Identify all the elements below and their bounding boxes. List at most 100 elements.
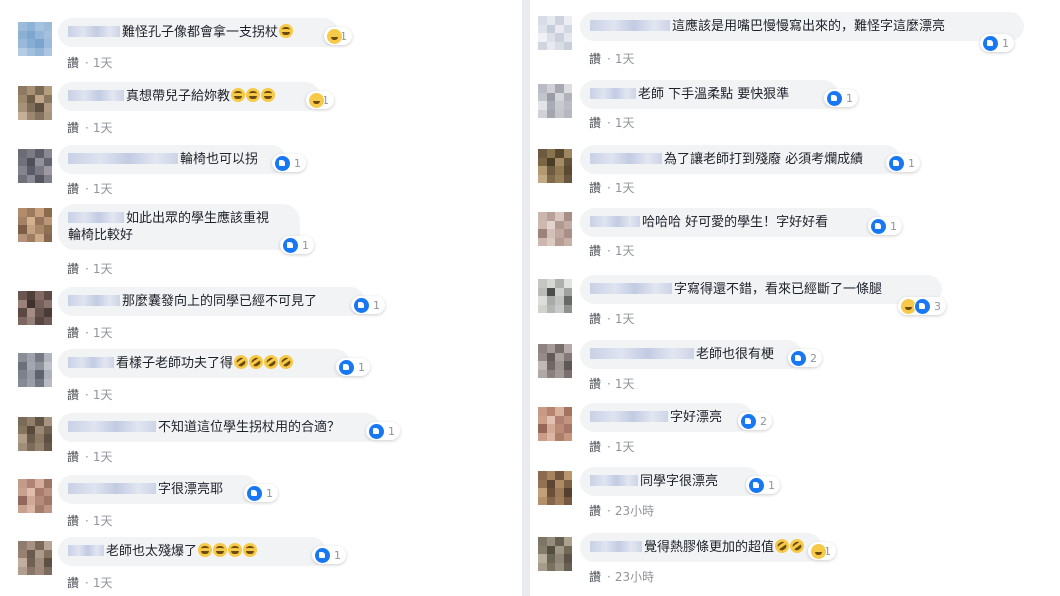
- commenter-name-blurred[interactable]: [590, 475, 638, 486]
- avatar[interactable]: [538, 84, 572, 118]
- commenter-name-blurred[interactable]: [590, 88, 636, 99]
- like-link[interactable]: 讚: [67, 576, 79, 590]
- like-link[interactable]: 讚: [589, 52, 601, 66]
- commenter-name-blurred[interactable]: [68, 295, 120, 306]
- commenter-name-blurred[interactable]: [590, 541, 642, 552]
- comment-timestamp[interactable]: 1天: [615, 312, 635, 326]
- comment-timestamp[interactable]: 1天: [93, 121, 113, 135]
- commenter-name-blurred[interactable]: [68, 421, 156, 432]
- commenter-name-blurred[interactable]: [590, 348, 694, 359]
- comment-timestamp[interactable]: 1天: [93, 450, 113, 464]
- reactions-count[interactable]: 1: [244, 484, 278, 502]
- like-reaction-icon: [826, 89, 843, 107]
- comment-timestamp[interactable]: 1天: [93, 182, 113, 196]
- reactions-count[interactable]: 1: [980, 34, 1014, 52]
- comment-timestamp[interactable]: 1天: [93, 326, 113, 340]
- comment-timestamp[interactable]: 23小時: [615, 504, 654, 518]
- commenter-name-blurred[interactable]: [590, 153, 662, 164]
- reactions-count[interactable]: 1: [366, 422, 400, 440]
- commenter-name-blurred[interactable]: [68, 357, 114, 368]
- avatar[interactable]: [18, 86, 52, 120]
- commenter-name-blurred[interactable]: [68, 90, 124, 101]
- comment-timestamp[interactable]: 1天: [615, 377, 635, 391]
- reactions-count[interactable]: 1: [824, 89, 858, 107]
- comment-timestamp[interactable]: 1天: [615, 181, 635, 195]
- comment-bubble: 哈哈哈 好可愛的學生！字好好看: [580, 208, 882, 237]
- avatar[interactable]: [538, 407, 572, 441]
- like-link[interactable]: 讚: [67, 262, 79, 276]
- avatar[interactable]: [18, 417, 52, 451]
- comment-timestamp[interactable]: 1天: [93, 56, 113, 70]
- avatar[interactable]: [538, 471, 572, 505]
- avatar[interactable]: [538, 149, 572, 183]
- comment-timestamp[interactable]: 1天: [93, 514, 113, 528]
- comment-bubble: 覺得熱膠條更加的超值: [580, 533, 822, 562]
- like-link[interactable]: 讚: [589, 312, 601, 326]
- reactions-count[interactable]: 1: [351, 296, 385, 314]
- reactions-count[interactable]: 2: [788, 349, 822, 367]
- reactions-count[interactable]: 1: [272, 154, 306, 172]
- comment-text: 覺得熱膠條更加的超值: [644, 540, 775, 555]
- reactions-count[interactable]: 1: [808, 542, 836, 560]
- commenter-name-blurred[interactable]: [590, 20, 670, 31]
- reactions-count[interactable]: 1: [336, 358, 370, 376]
- avatar[interactable]: [18, 353, 52, 387]
- reactions-count[interactable]: 1: [306, 91, 334, 109]
- avatar[interactable]: [18, 479, 52, 513]
- avatar[interactable]: [538, 212, 572, 246]
- separator-dot: ·: [85, 514, 89, 528]
- like-reaction-icon: [282, 236, 299, 254]
- like-link[interactable]: 讚: [67, 326, 79, 340]
- comment-meta: 讚 · 1天: [67, 180, 112, 197]
- comment-timestamp[interactable]: 1天: [615, 116, 635, 130]
- like-reaction-icon: [246, 484, 263, 502]
- like-link[interactable]: 讚: [67, 450, 79, 464]
- avatar[interactable]: [538, 344, 572, 378]
- commenter-name-blurred[interactable]: [590, 411, 668, 422]
- reactions-count[interactable]: 2: [738, 412, 772, 430]
- reaction-count: 1: [358, 360, 365, 374]
- commenter-name-blurred[interactable]: [68, 483, 156, 494]
- avatar[interactable]: [18, 22, 52, 56]
- like-link[interactable]: 讚: [67, 121, 79, 135]
- comment-timestamp[interactable]: 23小時: [615, 570, 654, 584]
- comment-timestamp[interactable]: 1天: [615, 440, 635, 454]
- comment-timestamp[interactable]: 1天: [93, 576, 113, 590]
- reactions-count[interactable]: 1: [886, 154, 920, 172]
- comment-timestamp[interactable]: 1天: [93, 388, 113, 402]
- reactions-count[interactable]: 1: [746, 476, 780, 494]
- like-link[interactable]: 讚: [589, 116, 601, 130]
- avatar[interactable]: [538, 16, 572, 50]
- like-link[interactable]: 讚: [67, 388, 79, 402]
- like-link[interactable]: 讚: [589, 570, 601, 584]
- reactions-count[interactable]: 1: [312, 546, 346, 564]
- reactions-count[interactable]: 1: [324, 27, 352, 45]
- avatar[interactable]: [18, 149, 52, 183]
- comment-timestamp[interactable]: 1天: [615, 244, 635, 258]
- commenter-name-blurred[interactable]: [590, 283, 672, 294]
- commenter-name-blurred[interactable]: [68, 545, 104, 556]
- like-link[interactable]: 讚: [589, 181, 601, 195]
- avatar[interactable]: [18, 291, 52, 325]
- like-link[interactable]: 讚: [589, 504, 601, 518]
- commenter-name-blurred[interactable]: [68, 212, 124, 223]
- like-link[interactable]: 讚: [67, 182, 79, 196]
- avatar[interactable]: [18, 208, 52, 242]
- avatar[interactable]: [538, 537, 572, 571]
- like-link[interactable]: 讚: [589, 377, 601, 391]
- avatar[interactable]: [18, 541, 52, 575]
- like-link[interactable]: 讚: [589, 440, 601, 454]
- commenter-name-blurred[interactable]: [68, 153, 178, 164]
- reactions-count[interactable]: 1: [280, 236, 314, 254]
- like-link[interactable]: 讚: [67, 56, 79, 70]
- reactions-count[interactable]: 3: [898, 297, 946, 315]
- commenter-name-blurred[interactable]: [68, 26, 120, 37]
- comment-timestamp[interactable]: 1天: [615, 52, 635, 66]
- like-link[interactable]: 讚: [589, 244, 601, 258]
- avatar[interactable]: [538, 279, 572, 313]
- comment-timestamp[interactable]: 1天: [93, 262, 113, 276]
- reactions-count[interactable]: 1: [868, 217, 902, 235]
- separator-dot: ·: [607, 440, 611, 454]
- commenter-name-blurred[interactable]: [590, 216, 640, 227]
- like-link[interactable]: 讚: [67, 514, 79, 528]
